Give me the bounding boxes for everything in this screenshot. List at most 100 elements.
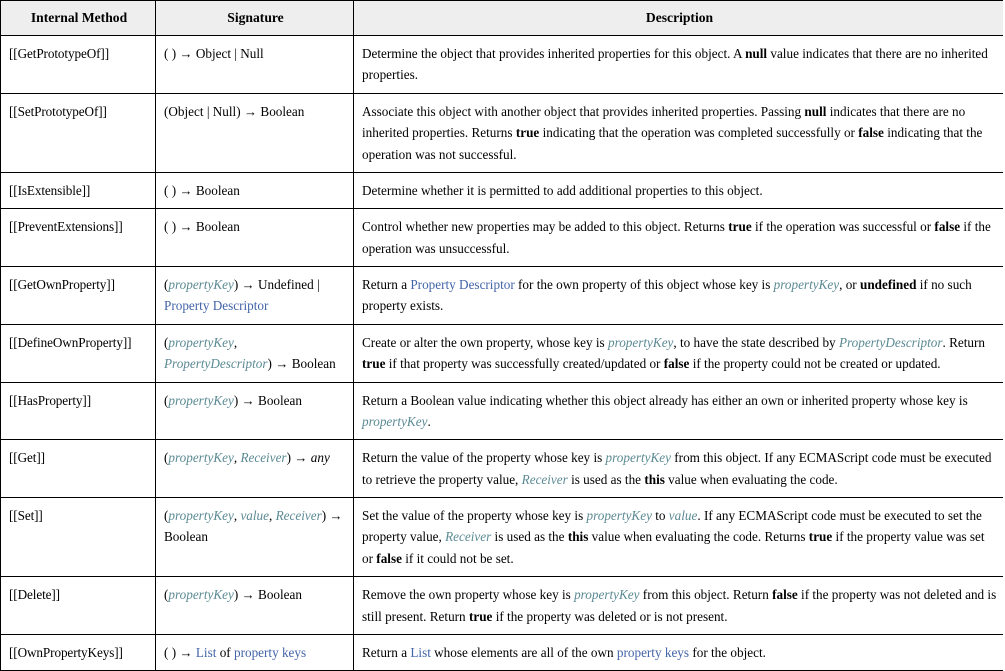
- keyword-literal: false: [858, 125, 884, 141]
- cell-description: Remove the own property whose key is pro…: [353, 576, 1003, 635]
- cell-signature: (propertyKey, Receiver) → any: [155, 439, 354, 499]
- table-row: [[PreventExtensions]]( ) → Boolean Contro…: [0, 208, 1003, 268]
- parameter-name: propertyKey: [168, 392, 234, 408]
- column-header-signature: Signature: [155, 0, 354, 37]
- italic-type: any: [310, 450, 330, 466]
- parameter-name: propertyKey: [773, 277, 840, 293]
- table-header: Internal Method Signature Description: [0, 0, 1003, 37]
- cell-description: Set the value of the property whose key …: [353, 497, 1003, 578]
- cell-description: Associate this object with another objec…: [353, 92, 1003, 173]
- table-row: [[DefineOwnProperty]] (propertyKey, Prope…: [0, 323, 1003, 383]
- parameter-name: Receiver: [275, 508, 322, 524]
- parameter-name: PropertyDescriptor: [838, 334, 943, 350]
- spec-link[interactable]: Property Descriptor: [164, 298, 268, 313]
- arrow-icon: →: [241, 587, 255, 603]
- arrow-icon: →: [179, 219, 193, 235]
- table-header-row: Internal Method Signature Description: [0, 0, 1003, 37]
- cell-signature: (propertyKey) → Undefined | Property Des…: [155, 266, 354, 325]
- arrow-icon: →: [241, 392, 255, 408]
- parameter-name: Receiver: [445, 529, 492, 545]
- cell-signature: (propertyKey) → Boolean: [155, 576, 354, 635]
- arrow-icon: →: [294, 450, 308, 466]
- table-row: [[OwnPropertyKeys]]( ) → List of propert…: [0, 633, 1003, 671]
- parameter-name: propertyKey: [607, 334, 674, 350]
- cell-internal-method: [[PreventExtensions]]: [0, 208, 156, 268]
- arrow-icon: →: [329, 508, 343, 524]
- table-row: [[GetPrototypeOf]]( ) → Object | Null Det…: [0, 35, 1003, 94]
- keyword-literal: false: [376, 550, 402, 566]
- column-header-internal-method: Internal Method: [0, 0, 156, 37]
- cell-signature: (propertyKey, PropertyDescriptor) → Bool…: [155, 323, 354, 383]
- parameter-name: propertyKey: [168, 277, 234, 293]
- internal-methods-table: Internal Method Signature Description [[…: [0, 0, 1003, 671]
- arrow-icon: →: [179, 644, 193, 660]
- cell-internal-method: [[GetPrototypeOf]]: [0, 35, 156, 94]
- keyword-literal: true: [808, 529, 833, 545]
- spec-link[interactable]: Property Descriptor: [410, 277, 514, 292]
- cell-signature: (propertyKey, value, Receiver) → Boolean: [155, 497, 354, 578]
- keyword-literal: this: [567, 529, 589, 545]
- parameter-name: propertyKey: [168, 334, 234, 350]
- cell-description: Return a Boolean value indicating whethe…: [353, 381, 1003, 441]
- cell-signature: ( ) → Boolean: [155, 208, 354, 268]
- spec-link[interactable]: property keys: [234, 645, 306, 660]
- spec-link[interactable]: property keys: [617, 645, 689, 660]
- keyword-literal: true: [362, 356, 386, 372]
- arrow-icon: →: [275, 356, 289, 372]
- parameter-name: Receiver: [240, 450, 287, 466]
- cell-internal-method: [[Get]]: [0, 439, 156, 499]
- parameter-name: propertyKey: [168, 587, 234, 603]
- cell-signature: (propertyKey) → Boolean: [155, 381, 354, 441]
- keyword-literal: undefined: [859, 277, 917, 293]
- table-row: [[SetPrototypeOf]] (Object | Null) → Bool…: [0, 92, 1003, 173]
- cell-description: Determine the object that provides inher…: [353, 35, 1003, 94]
- keyword-literal: true: [515, 125, 540, 141]
- table-row: [[Delete]] (propertyKey) → Boolean Remove …: [0, 576, 1003, 635]
- cell-signature: (Object | Null) → Boolean: [155, 92, 354, 173]
- spec-link[interactable]: List: [196, 645, 217, 660]
- cell-internal-method: [[DefineOwnProperty]]: [0, 323, 156, 383]
- cell-internal-method: [[OwnPropertyKeys]]: [0, 633, 156, 671]
- keyword-literal: false: [663, 356, 690, 372]
- arrow-icon: →: [241, 277, 255, 293]
- cell-internal-method: [[HasProperty]]: [0, 381, 156, 441]
- parameter-name: propertyKey: [362, 413, 428, 429]
- cell-description: Return a List whose elements are all of …: [353, 633, 1003, 671]
- column-header-description: Description: [353, 0, 1003, 37]
- keyword-literal: true: [728, 219, 752, 235]
- arrow-icon: →: [179, 46, 193, 62]
- cell-internal-method: [[IsExtensible]]: [0, 171, 156, 210]
- cell-internal-method: [[GetOwnProperty]]: [0, 266, 156, 325]
- arrow-icon: →: [179, 182, 193, 198]
- cell-description: Control whether new properties may be ad…: [353, 208, 1003, 268]
- cell-signature: ( ) → List of property keys: [155, 633, 354, 671]
- parameter-name: propertyKey: [574, 587, 640, 603]
- table-row: [[Get]] (propertyKey, Receiver) → any Retu…: [0, 439, 1003, 499]
- spec-link[interactable]: List: [410, 645, 431, 660]
- parameter-name: propertyKey: [168, 508, 234, 524]
- keyword-literal: null: [804, 103, 827, 119]
- cell-signature: ( ) → Boolean: [155, 171, 354, 210]
- table-container: Internal Method Signature Description [[…: [0, 0, 1003, 671]
- keyword-literal: null: [745, 46, 768, 62]
- parameter-name: propertyKey: [605, 450, 671, 466]
- cell-description: Return a Property Descriptor for the own…: [353, 266, 1003, 325]
- table-row: [[GetOwnProperty]] (propertyKey) → Undefi…: [0, 266, 1003, 325]
- parameter-name: propertyKey: [168, 450, 234, 466]
- parameter-name: value: [668, 508, 698, 524]
- cell-internal-method: [[Set]]: [0, 497, 156, 578]
- cell-description: Determine whether it is permitted to add…: [353, 171, 1003, 210]
- parameter-name: Receiver: [521, 471, 568, 487]
- keyword-literal: true: [468, 608, 493, 624]
- arrow-icon: →: [243, 103, 258, 119]
- keyword-literal: this: [644, 471, 665, 487]
- table-row: [[Set]] (propertyKey, value, Receiver) → …: [0, 497, 1003, 578]
- parameter-name: PropertyDescriptor: [164, 356, 268, 372]
- cell-description: Create or alter the own property, whose …: [353, 323, 1003, 383]
- table-row: [[HasProperty]] (propertyKey) → Boolean Re…: [0, 381, 1003, 441]
- cell-signature: ( ) → Object | Null: [155, 35, 354, 94]
- keyword-literal: false: [934, 219, 961, 235]
- cell-internal-method: [[Delete]]: [0, 576, 156, 635]
- keyword-literal: false: [772, 587, 798, 603]
- parameter-name: propertyKey: [586, 508, 652, 524]
